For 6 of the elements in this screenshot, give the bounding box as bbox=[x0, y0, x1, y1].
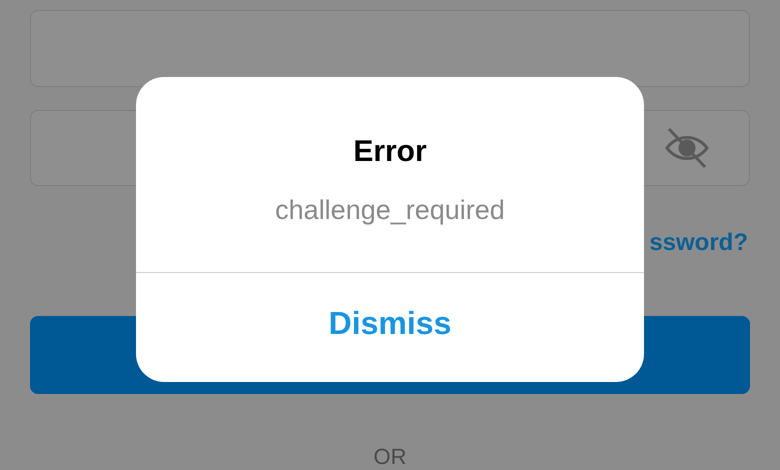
dismiss-button[interactable]: Dismiss bbox=[136, 273, 644, 382]
or-divider-text: OR bbox=[374, 444, 406, 470]
alert-title: Error bbox=[353, 135, 427, 169]
alert-message: challenge_required bbox=[275, 195, 505, 226]
forgot-password-link[interactable]: ssword? bbox=[649, 229, 748, 258]
text-field[interactable] bbox=[30, 10, 750, 87]
